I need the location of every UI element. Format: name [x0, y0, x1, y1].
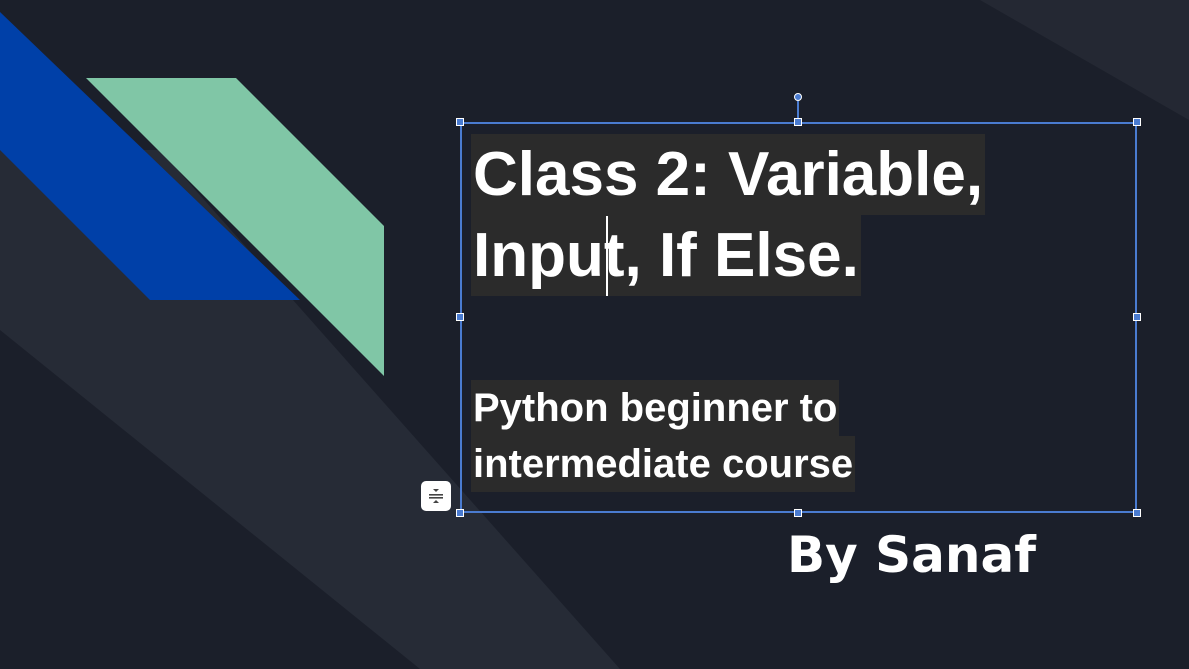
slide-title[interactable]: Class 2: Variable, Input, If Else. — [471, 134, 1031, 296]
slide-title-line-2[interactable]: Input, If Else. — [471, 215, 861, 296]
resize-handle-bottom-right[interactable] — [1133, 509, 1141, 517]
text-autofit-icon — [429, 489, 443, 503]
text-cursor — [606, 216, 608, 296]
author-text[interactable]: By Sanaf — [787, 524, 1036, 586]
resize-handle-right[interactable] — [1133, 313, 1141, 321]
slide-subtitle-line-2[interactable]: intermediate course — [471, 436, 856, 492]
resize-handle-top-right[interactable] — [1133, 118, 1141, 126]
slide-subtitle[interactable]: Python beginner to intermediate course — [471, 380, 856, 492]
resize-handle-bottom[interactable] — [794, 509, 802, 517]
resize-handle-top-left[interactable] — [456, 118, 464, 126]
autofit-options-button[interactable] — [421, 481, 451, 511]
rotate-handle[interactable] — [794, 93, 802, 101]
resize-handle-bottom-left[interactable] — [456, 509, 464, 517]
resize-handle-left[interactable] — [456, 313, 464, 321]
resize-handle-top[interactable] — [794, 118, 802, 126]
slide-title-line-1[interactable]: Class 2: Variable, — [471, 134, 986, 215]
slide-canvas[interactable]: Class 2: Variable, Input, If Else. Pytho… — [0, 0, 1189, 669]
slide-subtitle-line-1[interactable]: Python beginner to — [471, 380, 840, 436]
